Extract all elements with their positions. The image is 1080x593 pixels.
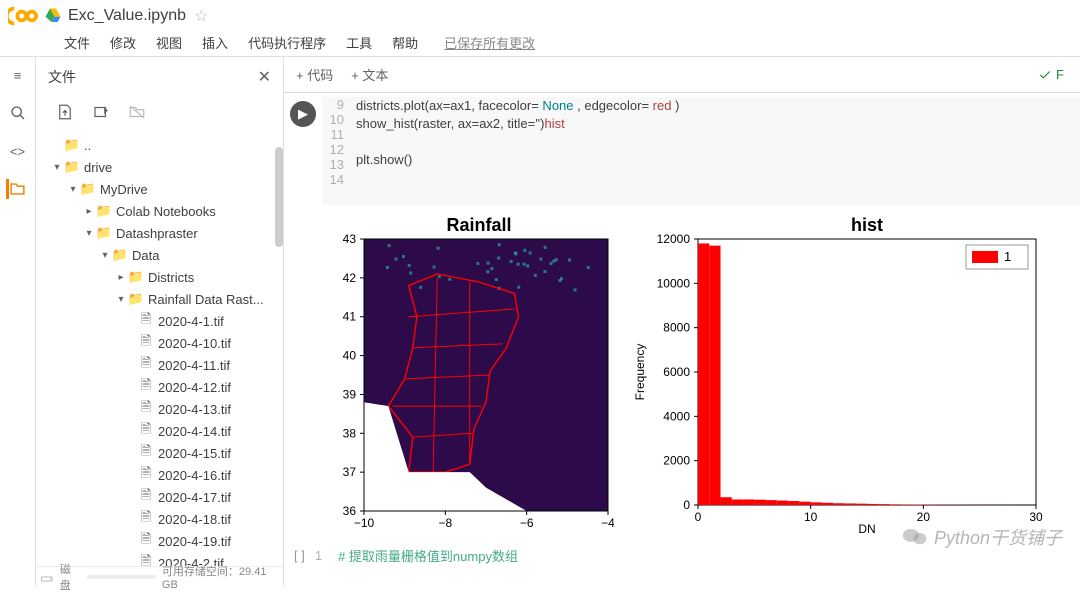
- tree-file[interactable]: 🗎2020-4-15.tif: [40, 442, 283, 464]
- svg-text:Rainfall: Rainfall: [446, 215, 511, 235]
- comment-text: # 提取雨量栅格值到numpy数组: [338, 546, 518, 565]
- menu-file[interactable]: 文件: [56, 29, 98, 56]
- svg-text:40: 40: [343, 349, 357, 363]
- folder-icon[interactable]: [6, 179, 26, 199]
- menu-help[interactable]: 帮助: [384, 29, 426, 56]
- tree-file[interactable]: 🗎2020-4-13.tif: [40, 398, 283, 420]
- cell-output: Rainfall −10 −8 −6 −4 36 37 38 39 40 41 42 43 hist 0 1…: [324, 215, 1072, 538]
- colab-logo-icon: [8, 5, 38, 27]
- tree-rainfall-folder[interactable]: ▾📁Rainfall Data Rast...: [40, 288, 283, 310]
- svg-text:hist: hist: [851, 215, 883, 235]
- add-text-button[interactable]: + 文本: [351, 65, 388, 84]
- disk-icon: [40, 570, 54, 584]
- star-icon[interactable]: ☆: [194, 6, 208, 26]
- quota-text: 可用存储空间：29.41 GB: [162, 563, 283, 591]
- svg-text:4000: 4000: [663, 409, 690, 423]
- tree-file[interactable]: 🗎2020-4-10.tif: [40, 332, 283, 354]
- svg-text:20: 20: [917, 510, 931, 524]
- svg-text:0: 0: [695, 510, 702, 524]
- svg-text:−6: −6: [520, 516, 534, 530]
- svg-text:41: 41: [343, 310, 357, 324]
- code-editor[interactable]: districts.plot(ax=ax1, facecolor= None ,…: [352, 97, 1080, 205]
- header: Exc_Value.ipynb ☆: [0, 0, 1080, 28]
- svg-text:10000: 10000: [657, 276, 691, 290]
- tree-drive[interactable]: ▾📁drive: [40, 156, 283, 178]
- tree-colab[interactable]: ▸📁Colab Notebooks: [40, 200, 283, 222]
- tree-file[interactable]: 🗎2020-4-12.tif: [40, 376, 283, 398]
- tree-file[interactable]: 🗎2020-4-17.tif: [40, 486, 283, 508]
- files-panel-title: 文件: [48, 67, 76, 87]
- tree-file[interactable]: 🗎2020-4-18.tif: [40, 508, 283, 530]
- svg-text:DN: DN: [858, 522, 875, 535]
- scrollbar[interactable]: [275, 147, 283, 247]
- files-panel: 文件 ✕ 📁.. ▾📁drive ▾📁MyDrive ▸📁Colab Noteb…: [36, 57, 284, 586]
- svg-text:−10: −10: [354, 516, 375, 530]
- svg-text:6000: 6000: [663, 365, 690, 379]
- left-rail: ≡ <>: [0, 57, 36, 586]
- refresh-icon[interactable]: [92, 103, 110, 124]
- svg-text:12000: 12000: [657, 232, 691, 246]
- svg-text:0: 0: [683, 498, 690, 512]
- code-snippets-icon[interactable]: <>: [8, 141, 28, 161]
- quota-bar: [87, 575, 156, 579]
- svg-text:43: 43: [343, 232, 357, 246]
- save-status: 已保存所有更改: [436, 29, 543, 56]
- tree-parent[interactable]: 📁..: [40, 134, 283, 156]
- content-area: + 代码 + 文本 F ▶ 91011121314 districts.plot…: [284, 57, 1080, 586]
- tree-districts[interactable]: ▸📁Districts: [40, 266, 283, 288]
- run-button[interactable]: ▶: [290, 101, 316, 127]
- svg-text:42: 42: [343, 271, 357, 285]
- watermark: Python干货铺子: [902, 524, 1062, 550]
- tree-datashpraster[interactable]: ▾📁Datashpraster: [40, 222, 283, 244]
- disk-label: 磁盘: [60, 561, 82, 593]
- close-icon[interactable]: ✕: [258, 67, 271, 87]
- tree-file[interactable]: 🗎2020-4-19.tif: [40, 530, 283, 552]
- line-gutter: 91011121314: [322, 97, 352, 205]
- svg-text:Frequency: Frequency: [633, 344, 647, 401]
- svg-text:39: 39: [343, 387, 357, 401]
- histogram-chart: hist 0 10 20 30 0 2000 4000 6000 8000 10000 12000 DN…: [628, 215, 1048, 538]
- tree-file[interactable]: 🗎2020-4-14.tif: [40, 420, 283, 442]
- menu-view[interactable]: 视图: [148, 29, 190, 56]
- content-toolbar: + 代码 + 文本 F: [284, 57, 1080, 93]
- tree-file[interactable]: 🗎2020-4-1.tif: [40, 310, 283, 332]
- svg-text:1: 1: [1004, 249, 1011, 264]
- disk-footer: 磁盘 可用存储空间：29.41 GB: [36, 566, 283, 586]
- notebook-title[interactable]: Exc_Value.ipynb: [68, 7, 186, 25]
- code-cell[interactable]: ▶ 91011121314 districts.plot(ax=ax1, fac…: [290, 97, 1080, 205]
- file-tree[interactable]: 📁.. ▾📁drive ▾📁MyDrive ▸📁Colab Notebooks …: [36, 134, 283, 566]
- wechat-icon: [902, 527, 928, 547]
- connection-status[interactable]: F: [1038, 67, 1068, 82]
- tree-data[interactable]: ▾📁Data: [40, 244, 283, 266]
- check-icon: [1038, 68, 1052, 82]
- svg-text:38: 38: [343, 426, 357, 440]
- svg-text:30: 30: [1029, 510, 1043, 524]
- tree-file[interactable]: 🗎2020-4-11.tif: [40, 354, 283, 376]
- drive-icon: [44, 7, 62, 25]
- menu-bar: 文件 修改 视图 插入 代码执行程序 工具 帮助 已保存所有更改: [0, 28, 1080, 56]
- search-icon[interactable]: [8, 103, 28, 123]
- menu-insert[interactable]: 插入: [194, 29, 236, 56]
- svg-text:2000: 2000: [663, 454, 690, 468]
- svg-text:−4: −4: [601, 516, 614, 530]
- menu-tools[interactable]: 工具: [338, 29, 380, 56]
- upload-icon[interactable]: [56, 103, 74, 124]
- tree-file[interactable]: 🗎2020-4-16.tif: [40, 464, 283, 486]
- menu-edit[interactable]: 修改: [102, 29, 144, 56]
- svg-text:37: 37: [343, 465, 357, 479]
- tree-mydrive[interactable]: ▾📁MyDrive: [40, 178, 283, 200]
- svg-text:10: 10: [804, 510, 818, 524]
- add-code-button[interactable]: + 代码: [296, 65, 333, 84]
- menu-runtime[interactable]: 代码执行程序: [240, 29, 334, 56]
- svg-text:8000: 8000: [663, 321, 690, 335]
- rainfall-map-chart: Rainfall −10 −8 −6 −4 36 37 38 39 40 41 42 43: [324, 215, 614, 538]
- mount-drive-icon[interactable]: [128, 103, 146, 124]
- menu-icon[interactable]: ≡: [8, 65, 28, 85]
- svg-text:−8: −8: [438, 516, 452, 530]
- svg-text:36: 36: [343, 504, 357, 518]
